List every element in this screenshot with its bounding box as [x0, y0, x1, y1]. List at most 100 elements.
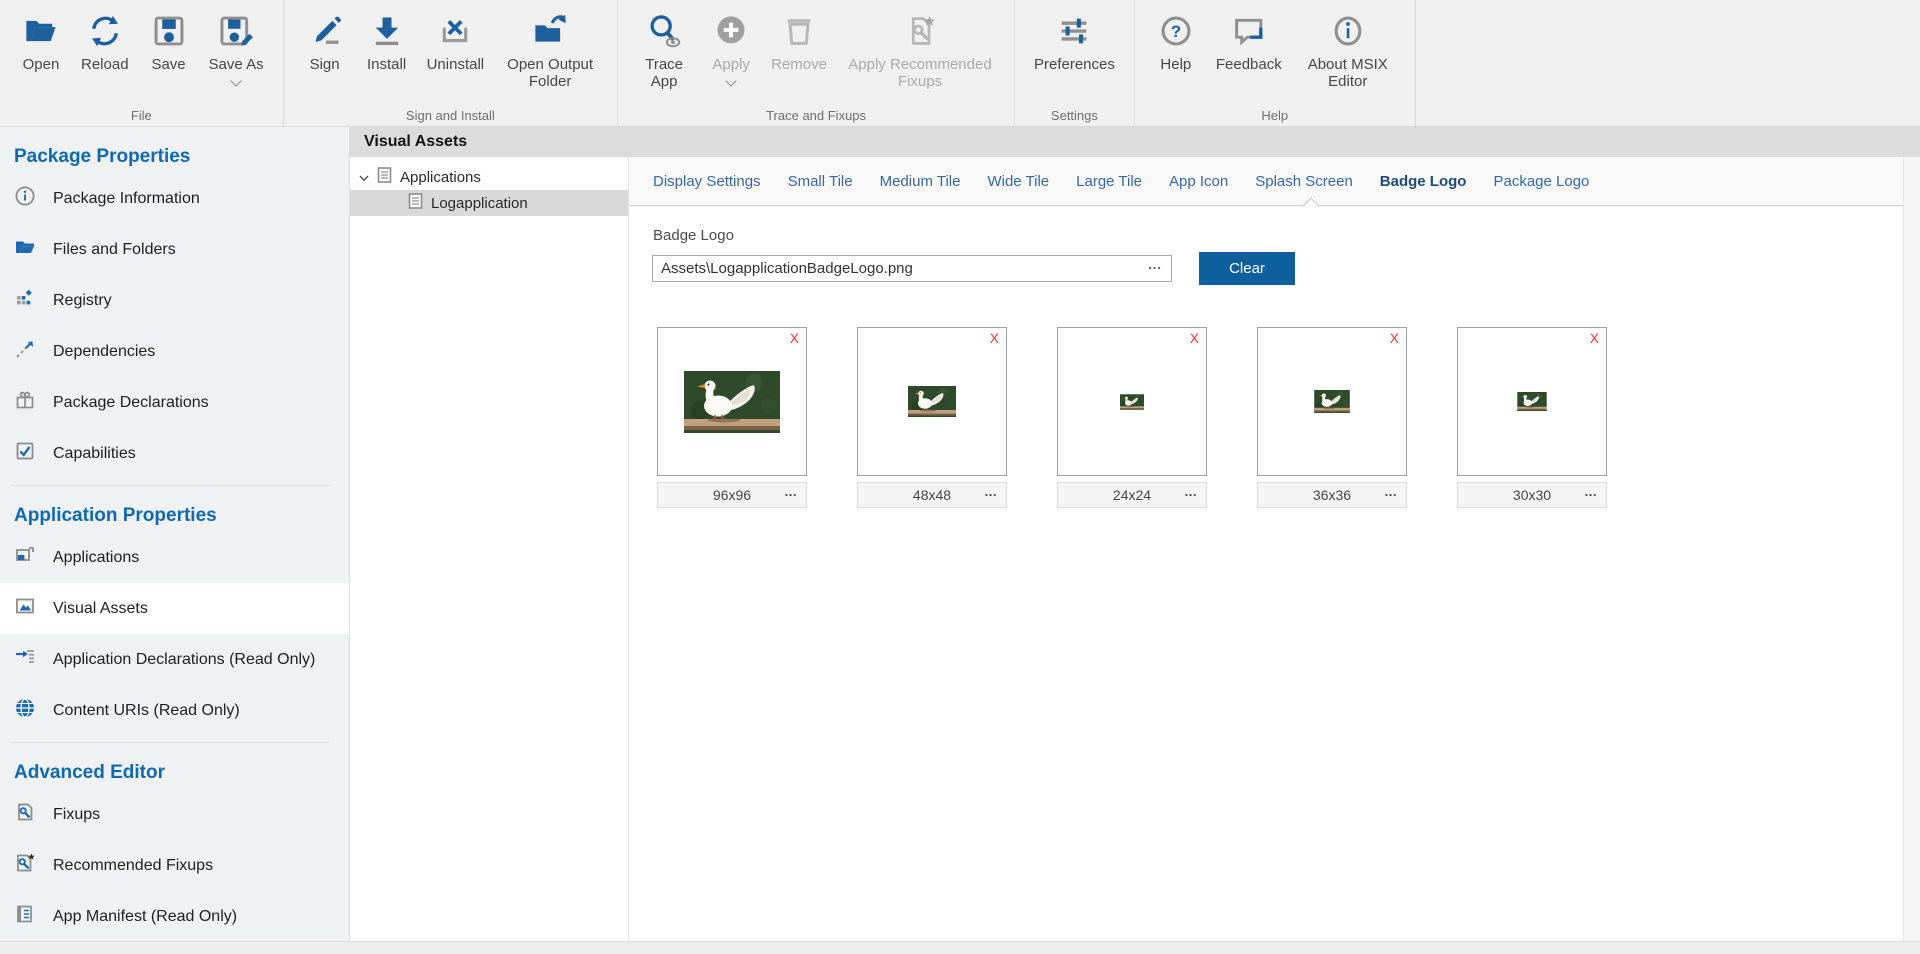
visual-assets-tabstrip: Display Settings Small Tile Medium Tile …	[630, 157, 1920, 206]
badge-logo-image	[1120, 394, 1144, 410]
remove-icon	[781, 8, 817, 54]
document-icon	[377, 167, 392, 187]
sidebar-item-app-manifest[interactable]: App Manifest (Read Only)	[0, 891, 349, 941]
browse-button[interactable]: ...	[1139, 257, 1171, 272]
tab-app-icon[interactable]: App Icon	[1169, 173, 1228, 190]
help-button[interactable]: ? Help	[1147, 8, 1205, 73]
section-divider	[10, 485, 329, 486]
tab-small-tile[interactable]: Small Tile	[788, 173, 853, 190]
button-label: Apply Recommended Fixups	[845, 56, 995, 90]
vertical-scrollbar[interactable]	[1903, 157, 1920, 941]
clear-button[interactable]: Clear	[1199, 252, 1295, 285]
remove-asset-button[interactable]: X	[790, 330, 799, 346]
tree-node-label: Logapplication	[431, 195, 528, 212]
tab-splash-screen[interactable]: Splash Screen	[1255, 173, 1353, 190]
ribbon-group-label: Help	[1135, 108, 1415, 123]
remove-button[interactable]: Remove	[764, 8, 834, 73]
sign-button[interactable]: Sign	[296, 8, 354, 73]
button-label: Install	[367, 56, 406, 73]
open-output-folder-button[interactable]: Open Output Folder	[495, 8, 605, 90]
applications-tree: Applications Logapplication	[350, 157, 629, 941]
preferences-button[interactable]: Preferences	[1027, 8, 1122, 73]
reload-button[interactable]: Reload	[74, 8, 136, 73]
chevron-down-icon[interactable]	[359, 169, 369, 186]
button-label: Sign	[310, 56, 340, 73]
info-icon	[14, 185, 36, 212]
asset-menu-button[interactable]: ...	[1185, 484, 1197, 499]
asset-menu-button[interactable]: ...	[985, 484, 997, 499]
ribbon-toolbar: Open Reload Save Save As File	[0, 0, 1920, 127]
asset-size-label: 48x48	[913, 487, 951, 503]
badge-logo-image	[1517, 392, 1547, 411]
about-msix-editor-button[interactable]: About MSIX Editor	[1293, 8, 1403, 90]
sidebar-item-fixups[interactable]: Fixups	[0, 789, 349, 840]
sidebar-item-dependencies[interactable]: Dependencies	[0, 326, 349, 377]
asset-size-bar-24: 24x24 ...	[1057, 482, 1207, 508]
asset-size-bar-36: 36x36 ...	[1257, 482, 1407, 508]
button-label: Apply	[712, 56, 750, 73]
feedback-button[interactable]: Feedback	[1209, 8, 1289, 73]
badge-logo-image	[908, 386, 956, 417]
tab-package-logo[interactable]: Package Logo	[1493, 173, 1589, 190]
uninstall-button[interactable]: Uninstall	[420, 8, 492, 73]
sidebar-item-label: Recommended Fixups	[53, 857, 213, 875]
save-button[interactable]: Save	[140, 8, 198, 73]
open-icon	[23, 8, 59, 54]
ribbon-group-settings: Preferences Settings	[1015, 0, 1135, 126]
sidebar-item-content-uris[interactable]: Content URIs (Read Only)	[0, 685, 349, 736]
preferences-icon	[1056, 8, 1092, 54]
button-label: About MSIX Editor	[1300, 56, 1396, 90]
sidebar: Package Properties Package Information F…	[0, 127, 350, 941]
button-label: Feedback	[1216, 56, 1282, 73]
registry-icon	[14, 287, 36, 314]
ribbon-group-label: Sign and Install	[284, 108, 618, 123]
open-output-folder-icon	[532, 8, 568, 54]
asset-size-label: 30x30	[1513, 487, 1551, 503]
badge-logo-section-label: Badge Logo	[653, 227, 734, 244]
tab-display-settings[interactable]: Display Settings	[653, 173, 761, 190]
trace-app-button[interactable]: Trace App	[630, 8, 698, 90]
sidebar-item-application-declarations[interactable]: Application Declarations (Read Only)	[0, 634, 349, 685]
asset-thumbnail-30: X	[1457, 327, 1607, 476]
dependencies-icon	[14, 338, 36, 365]
tree-node-applications[interactable]: Applications	[350, 164, 628, 190]
horizontal-scrollbar[interactable]	[0, 941, 1920, 954]
tab-badge-logo[interactable]: Badge Logo	[1380, 173, 1467, 190]
tab-large-tile[interactable]: Large Tile	[1076, 173, 1142, 190]
sidebar-item-capabilities[interactable]: Capabilities	[0, 428, 349, 479]
remove-asset-button[interactable]: X	[1190, 330, 1199, 346]
sidebar-item-recommended-fixups[interactable]: Recommended Fixups	[0, 840, 349, 891]
sidebar-item-files-and-folders[interactable]: Files and Folders	[0, 224, 349, 275]
asset-size-bar-48: 48x48 ...	[857, 482, 1007, 508]
tab-medium-tile[interactable]: Medium Tile	[880, 173, 961, 190]
tree-node-logapplication[interactable]: Logapplication	[350, 190, 628, 216]
remove-asset-button[interactable]: X	[1590, 330, 1599, 346]
globe-icon	[14, 697, 36, 724]
tab-wide-tile[interactable]: Wide Tile	[987, 173, 1049, 190]
button-label: Help	[1160, 56, 1191, 73]
apply-button[interactable]: Apply	[702, 8, 760, 85]
remove-asset-button[interactable]: X	[1390, 330, 1399, 346]
remove-asset-button[interactable]: X	[990, 330, 999, 346]
sidebar-item-package-declarations[interactable]: Package Declarations	[0, 377, 349, 428]
chevron-down-icon	[230, 75, 241, 86]
trace-app-icon	[646, 8, 682, 54]
sidebar-item-registry[interactable]: Registry	[0, 275, 349, 326]
open-button[interactable]: Open	[12, 8, 70, 73]
sidebar-item-visual-assets[interactable]: Visual Assets	[0, 583, 349, 634]
sidebar-item-applications[interactable]: Applications	[0, 532, 349, 583]
sidebar-item-label: App Manifest (Read Only)	[53, 908, 237, 926]
sidebar-item-label: Fixups	[53, 806, 100, 824]
install-button[interactable]: Install	[358, 8, 416, 73]
sidebar-item-package-information[interactable]: Package Information	[0, 173, 349, 224]
apply-recommended-fixups-button[interactable]: Apply Recommended Fixups	[838, 8, 1002, 90]
asset-menu-button[interactable]: ...	[785, 484, 797, 499]
arrow-list-icon	[14, 646, 36, 673]
asset-menu-button[interactable]: ...	[1385, 484, 1397, 499]
button-label: Uninstall	[427, 56, 485, 73]
badge-logo-path-field[interactable]: Assets\LogapplicationBadgeLogo.png ...	[652, 255, 1172, 282]
save-icon	[151, 8, 187, 54]
save-as-icon	[218, 8, 254, 54]
asset-menu-button[interactable]: ...	[1585, 484, 1597, 499]
save-as-button[interactable]: Save As	[202, 8, 271, 85]
